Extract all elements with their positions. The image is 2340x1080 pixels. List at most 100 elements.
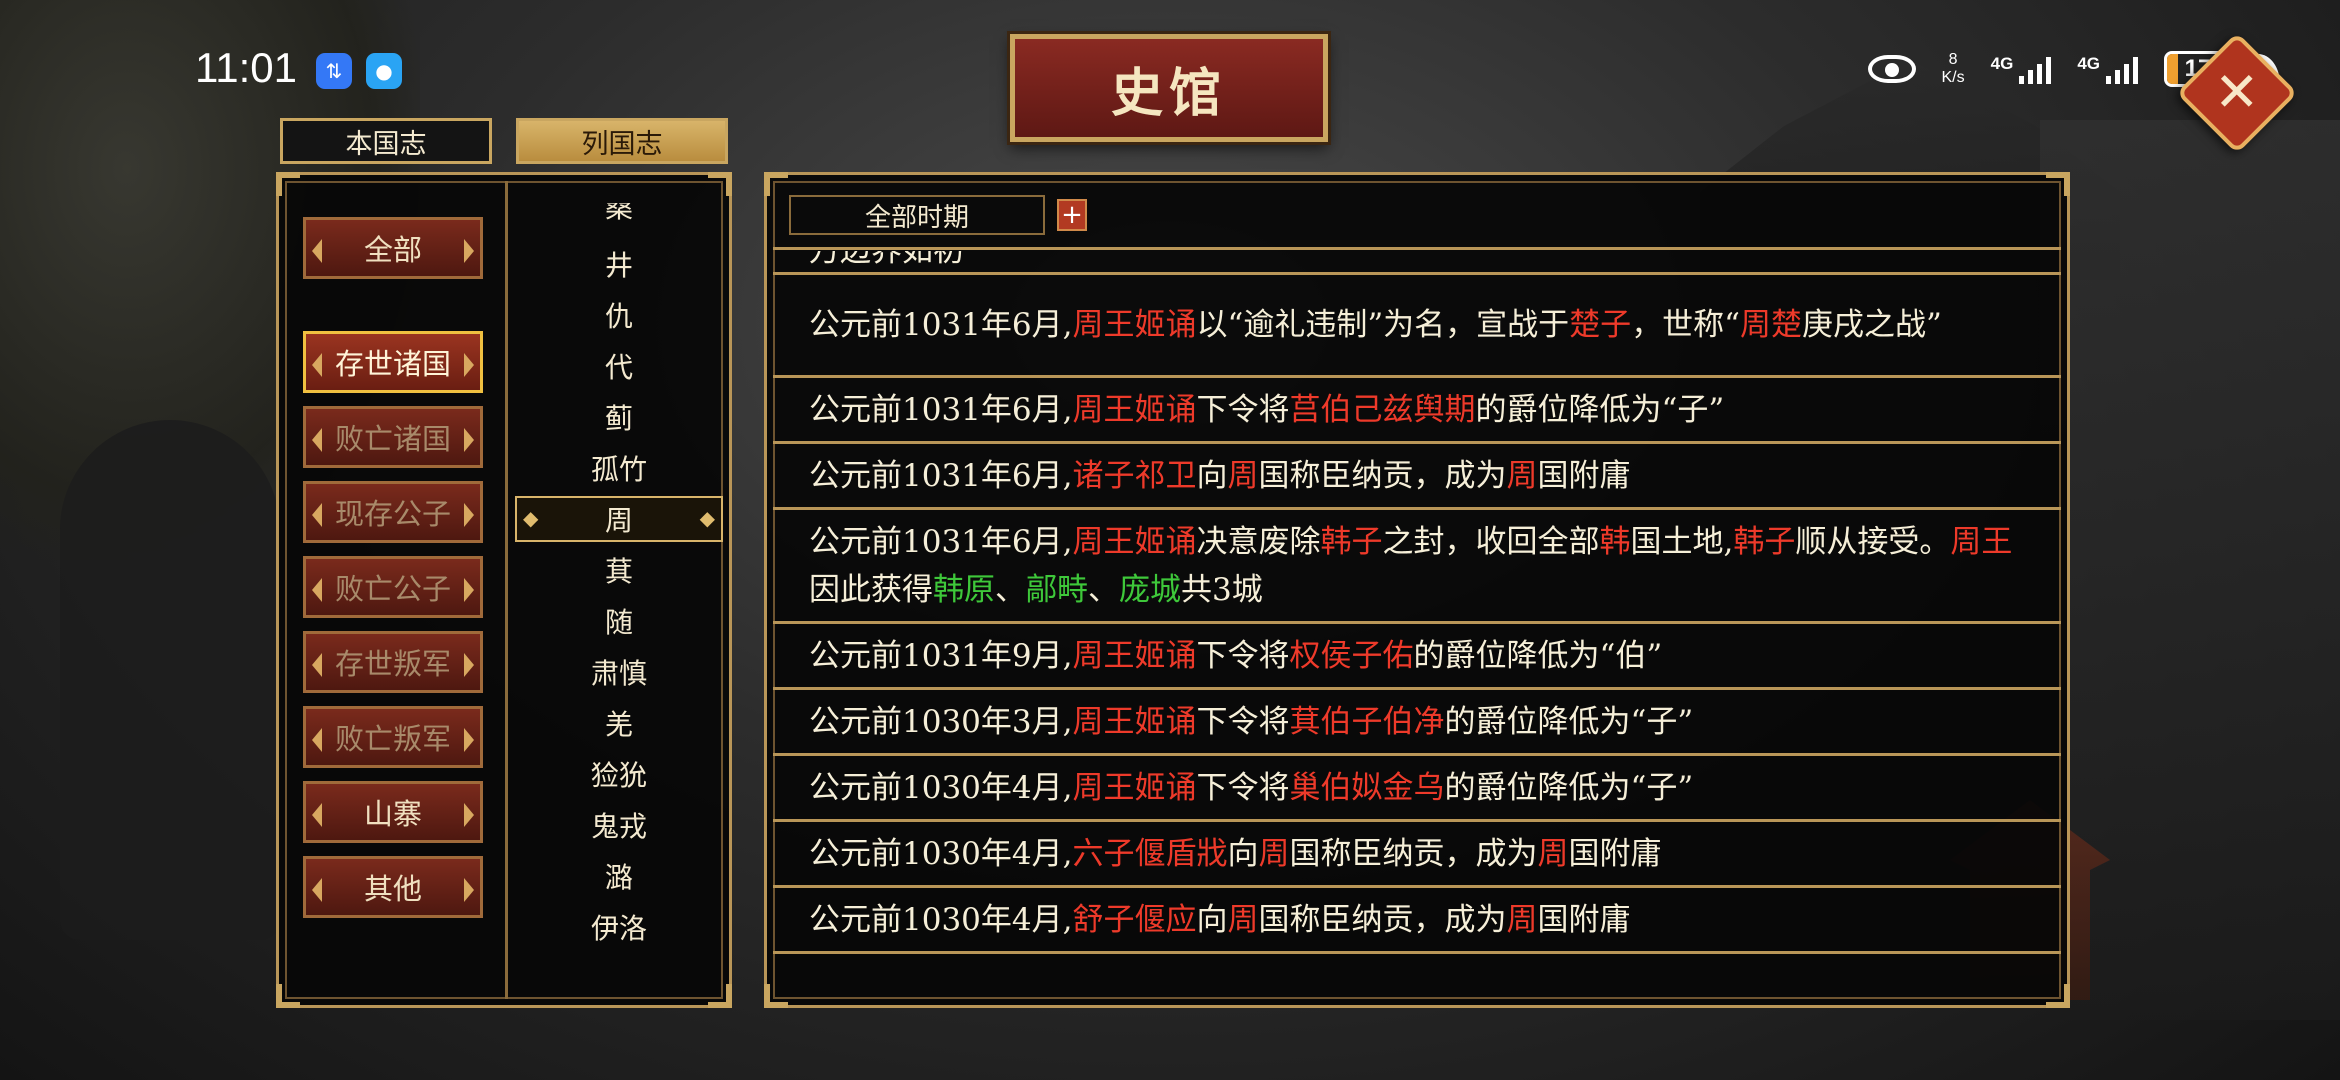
nation-item[interactable]: 蓟	[509, 394, 729, 440]
category-fallen-rebels[interactable]: 败亡叛军	[303, 706, 483, 768]
log-text-segment: 向	[1196, 901, 1228, 938]
entity-name: 周	[1258, 835, 1290, 872]
nation-list[interactable]: 桑 井 仇 代 蓟 孤竹 周 萁 随 肃慎 羌 猃狁 鬼戎 潞 伊洛	[509, 203, 729, 981]
category-existing-princes[interactable]: 现存公子	[303, 481, 483, 543]
log-entry-text: 公元前1031年9月,周王姬诵下令将权侯子佑的爵位降低为“伯”	[809, 632, 1662, 680]
net-speed: 8 K/s	[1942, 51, 1965, 87]
log-entry-text: 万边界如初	[809, 251, 964, 275]
entity-name: 萁伯子伯净	[1289, 703, 1445, 740]
nation-item[interactable]: 井	[509, 241, 729, 287]
period-filter-dropdown[interactable]: 全部时期	[789, 195, 1045, 235]
log-entry: 公元前1030年3月,周王姬诵下令将萁伯子伯净的爵位降低为“子”	[773, 690, 2061, 756]
nation-item[interactable]: 羌	[509, 700, 729, 746]
tab-home-country[interactable]: 本国志	[280, 118, 492, 164]
log-text-segment: 的爵位降低为“子”	[1475, 391, 1725, 428]
period-expand-button[interactable]: +	[1057, 199, 1087, 231]
entity-name: 周	[1227, 901, 1259, 938]
log-entry-text: 公元前1030年3月,周王姬诵下令将萁伯子伯净的爵位降低为“子”	[809, 698, 1693, 746]
entity-name: 周王	[1950, 523, 2013, 560]
filter-divider	[773, 247, 2061, 250]
category-fallen-princes[interactable]: 败亡公子	[303, 556, 483, 618]
signal-icon: 4G	[1991, 54, 2052, 84]
category-other[interactable]: 其他	[303, 856, 483, 918]
category-fallen-states[interactable]: 败亡诸国	[303, 406, 483, 468]
city-name: 鄗畤	[1026, 571, 1088, 608]
entity-name: 楚子	[1569, 307, 1632, 343]
history-log[interactable]: 万边界如初 公元前1031年6月,周王姬诵以“逾礼违制”为名，宣战于楚子，世称“…	[773, 251, 2061, 999]
background-figure	[60, 420, 280, 940]
log-text-segment: 国称臣纳贡，成为	[1258, 457, 1507, 494]
log-text-segment: 公元前1031年6月,	[809, 391, 1073, 428]
category-all[interactable]: 全部	[303, 217, 483, 279]
category-existing-states[interactable]: 存世诸国	[303, 331, 483, 393]
log-text-segment: 共3城	[1181, 571, 1263, 608]
log-text-segment: 公元前1031年6月,	[809, 307, 1073, 343]
app-icon-message: ●	[366, 53, 402, 89]
log-entry: 公元前1031年6月,周王姬诵下令将莒伯己兹舆期的爵位降低为“子”	[773, 378, 2061, 444]
log-text-segment: 、	[1088, 571, 1119, 608]
log-text-segment: 决意废除	[1196, 523, 1321, 560]
entity-name: 周王姬诵	[1072, 523, 1197, 560]
entity-name: 周王姬诵	[1072, 307, 1197, 343]
entity-name: 巢伯姒金乌	[1289, 769, 1445, 806]
log-text-segment: 庚戌之战”	[1802, 307, 1942, 343]
nation-item[interactable]: 鬼戎	[509, 802, 729, 848]
log-text-segment: 的爵位降低为“伯”	[1413, 637, 1663, 674]
log-text-segment: 公元前1030年4月,	[809, 901, 1073, 938]
category-strongholds[interactable]: 山寨	[303, 781, 483, 843]
nation-item[interactable]: 桑	[509, 203, 729, 229]
log-entry: 公元前1031年6月,周王姬诵决意废除韩子之封，收回全部韩国土地,韩子顺从接受。…	[773, 510, 2061, 624]
log-entry-partial: 万边界如初	[773, 251, 2061, 275]
log-text-segment: 下令将	[1196, 391, 1290, 428]
log-text-segment: 国称臣纳贡，成为	[1258, 901, 1507, 938]
category-existing-rebels[interactable]: 存世叛军	[303, 631, 483, 693]
nation-item-selected[interactable]: 周	[515, 496, 723, 542]
log-text-segment: 公元前1030年4月,	[809, 835, 1073, 872]
log-text-segment: 以“逾礼违制”为名，宣战于	[1196, 307, 1570, 343]
close-icon: ✕	[2214, 61, 2260, 124]
log-text-segment: 国附庸	[1568, 835, 1662, 872]
nation-item[interactable]: 萁	[509, 547, 729, 593]
log-entry-text: 公元前1031年6月,周王姬诵下令将莒伯己兹舆期的爵位降低为“子”	[809, 386, 1724, 434]
log-text-segment: 向	[1227, 835, 1259, 872]
log-text-segment: 的爵位降低为“子”	[1444, 769, 1694, 806]
nation-item[interactable]: 随	[509, 598, 729, 644]
log-entry-text: 公元前1031年6月,周王姬诵决意废除韩子之封，收回全部韩国土地,韩子顺从接受。…	[809, 518, 2025, 614]
log-text-segment: 公元前1031年6月,	[809, 523, 1073, 560]
log-entry: 公元前1031年6月,诸子祁卫向周国称臣纳贡，成为周国附庸	[773, 444, 2061, 510]
entity-name: 周	[1227, 457, 1259, 494]
net-speed-unit: K/s	[1941, 69, 1965, 86]
signal-gen-label-2: 4G	[2077, 54, 2100, 73]
nation-item[interactable]: 孤竹	[509, 445, 729, 491]
tab-all-countries[interactable]: 列国志	[516, 118, 728, 164]
log-entry: 公元前1030年4月,舒子偃应向周国称臣纳贡，成为周国附庸	[773, 888, 2061, 954]
log-text-segment: 因此获得	[809, 571, 933, 608]
signal-gen-label: 4G	[1990, 54, 2014, 73]
log-text-segment: 国称臣纳贡，成为	[1289, 835, 1538, 872]
nation-item[interactable]: 代	[509, 343, 729, 389]
entity-name: 周王姬诵	[1072, 769, 1197, 806]
entity-name: 权侯子佑	[1289, 637, 1414, 674]
log-text-segment: 向	[1196, 457, 1228, 494]
log-text-segment: 国附庸	[1537, 457, 1631, 494]
log-text-segment: 下令将	[1196, 703, 1290, 740]
net-speed-value: 8	[1948, 51, 1958, 68]
entity-name: 周楚	[1740, 307, 1803, 343]
right-panel: 全部时期 + 万边界如初 公元前1031年6月,周王姬诵以“逾礼违制”为名，宣战…	[764, 172, 2070, 1008]
entity-name: 韩子	[1733, 523, 1796, 560]
entity-name: 莒伯己兹舆期	[1289, 391, 1476, 428]
nation-item[interactable]: 潞	[509, 853, 729, 899]
nation-item[interactable]: 肃慎	[509, 649, 729, 695]
entity-name: 周	[1537, 835, 1569, 872]
nation-item[interactable]: 仇	[509, 292, 729, 338]
eye-icon	[1867, 55, 1916, 83]
log-entry-text: 公元前1030年4月,周王姬诵下令将巢伯姒金乌的爵位降低为“子”	[809, 764, 1693, 812]
log-entry: 公元前1031年9月,周王姬诵下令将权侯子佑的爵位降低为“伯”	[773, 624, 2061, 690]
log-entry: 公元前1030年4月,六子偃盾戕向周国称臣纳贡，成为周国附庸	[773, 822, 2061, 888]
nation-item[interactable]: 猃狁	[509, 751, 729, 797]
status-time: 11:01	[195, 44, 297, 91]
entity-name: 韩子	[1320, 523, 1383, 560]
log-entry-text: 公元前1031年6月,诸子祁卫向周国称臣纳贡，成为周国附庸	[809, 452, 1630, 500]
log-text-segment: 顺从接受。	[1795, 523, 1951, 560]
nation-item[interactable]: 伊洛	[509, 904, 729, 950]
